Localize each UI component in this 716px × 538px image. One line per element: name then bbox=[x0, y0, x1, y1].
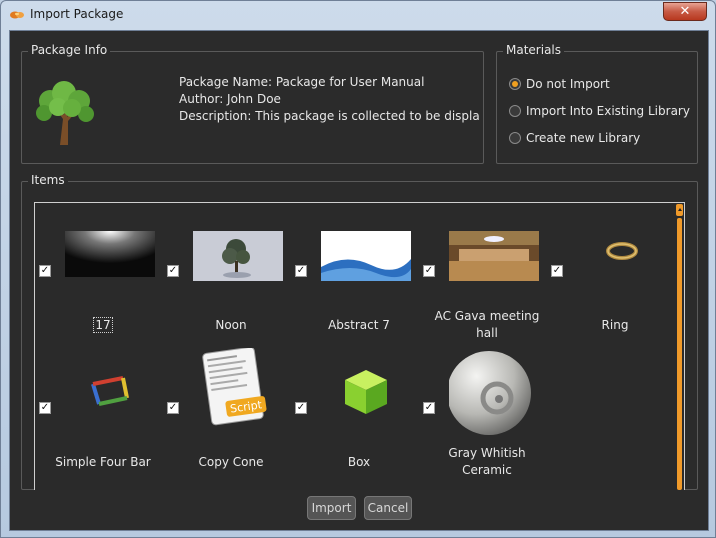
item-copy-cone[interactable]: ✓ Script Copy Cone bbox=[163, 348, 291, 478]
item-label: AC Gava meeting hall bbox=[434, 309, 540, 340]
item-checkbox[interactable]: ✓ bbox=[423, 402, 435, 414]
light-gradient-thumbnail bbox=[65, 231, 155, 277]
package-info-title: Package Info bbox=[28, 43, 111, 57]
item-label: Copy Cone bbox=[198, 455, 264, 469]
item-checkbox[interactable]: ✓ bbox=[295, 402, 307, 414]
radio-import-existing-library[interactable]: Import Into Existing Library bbox=[509, 104, 690, 118]
ceramic-sphere-thumbnail bbox=[449, 351, 531, 435]
item-checkbox[interactable]: ✓ bbox=[295, 265, 307, 277]
radio-button[interactable] bbox=[509, 105, 521, 117]
radio-label: Import Into Existing Library bbox=[526, 104, 690, 118]
item-simple-four-bar[interactable]: ✓ Simple Four Bar bbox=[35, 348, 163, 478]
tree-photo-thumbnail bbox=[193, 231, 283, 281]
package-info-group: Package Info Package Name: Package for U… bbox=[21, 43, 484, 164]
item-label: Abstract 7 bbox=[328, 318, 390, 332]
item-checkbox[interactable]: ✓ bbox=[423, 265, 435, 277]
scroll-up-arrow-icon[interactable] bbox=[676, 204, 683, 216]
item-label: Noon bbox=[215, 318, 247, 332]
items-scrollbar[interactable] bbox=[676, 204, 683, 490]
item-noon[interactable]: ✓ Noon bbox=[163, 231, 291, 361]
scroll-thumb[interactable] bbox=[677, 218, 682, 490]
package-description-text: Description: This package is collected t… bbox=[179, 109, 479, 123]
item-checkbox[interactable]: ✓ bbox=[167, 402, 179, 414]
item-checkbox[interactable]: ✓ bbox=[39, 402, 51, 414]
item-label: Gray Whitish Ceramic bbox=[448, 446, 526, 477]
title-bar[interactable]: Import Package ✕ bbox=[1, 1, 715, 30]
green-box-thumbnail bbox=[345, 370, 387, 414]
item-gray-whitish-ceramic[interactable]: ✓ Gray Whitish Ceramic bbox=[419, 348, 547, 478]
import-button[interactable]: Import bbox=[307, 496, 356, 520]
package-tree-icon bbox=[36, 81, 94, 145]
item-label: Ring bbox=[601, 318, 629, 332]
item-ring[interactable]: ✓ Ring bbox=[547, 231, 675, 361]
dialog-body: Package Info Package Name: Package for U… bbox=[9, 30, 709, 531]
cancel-button[interactable]: Cancel bbox=[364, 496, 412, 520]
item-label: Simple Four Bar bbox=[55, 455, 151, 469]
radio-button-selected[interactable] bbox=[509, 78, 521, 90]
item-17[interactable]: ✓ 17 bbox=[35, 231, 163, 361]
radio-label: Create new Library bbox=[526, 131, 641, 145]
package-name-text: Package Name: Package for User Manual bbox=[179, 75, 425, 89]
script-document-icon: Script bbox=[202, 348, 267, 426]
blue-wave-thumbnail bbox=[321, 231, 411, 281]
item-box[interactable]: ✓ Box bbox=[291, 348, 419, 478]
item-abstract-7[interactable]: ✓ Abstract 7 bbox=[291, 231, 419, 361]
close-icon: ✕ bbox=[679, 4, 691, 19]
close-button[interactable]: ✕ bbox=[663, 2, 707, 21]
ring-thumbnail bbox=[606, 242, 638, 260]
radio-create-new-library[interactable]: Create new Library bbox=[509, 131, 640, 145]
item-label: Box bbox=[347, 455, 371, 469]
items-title: Items bbox=[28, 173, 68, 187]
materials-title: Materials bbox=[503, 43, 565, 57]
item-checkbox[interactable]: ✓ bbox=[39, 265, 51, 277]
radio-do-not-import[interactable]: Do not Import bbox=[509, 77, 610, 91]
materials-group: Materials Do not Import Import Into Exis… bbox=[496, 43, 698, 164]
item-checkbox[interactable]: ✓ bbox=[551, 265, 563, 277]
window-title: Import Package bbox=[30, 7, 124, 21]
package-details: Package Name: Package for User Manual Au… bbox=[179, 74, 479, 125]
items-list[interactable]: ✓ 17 ✓ Noon ✓ Abstract 7 ✓ AC Gava meeti… bbox=[34, 202, 685, 490]
items-group: Items ✓ 17 ✓ Noon ✓ Abstract 7 ✓ AC Gava… bbox=[21, 173, 698, 490]
radio-label: Do not Import bbox=[526, 77, 610, 91]
item-checkbox[interactable]: ✓ bbox=[167, 265, 179, 277]
four-bar-thumbnail bbox=[91, 376, 129, 406]
app-icon bbox=[10, 11, 24, 19]
radio-button[interactable] bbox=[509, 132, 521, 144]
item-label: 17 bbox=[93, 317, 113, 333]
package-author-text: Author: John Doe bbox=[179, 92, 281, 106]
import-package-window: Import Package ✕ Package Info Package Na… bbox=[0, 0, 716, 538]
item-ac-gava-meeting-hall[interactable]: ✓ AC Gava meeting hall bbox=[419, 231, 547, 361]
